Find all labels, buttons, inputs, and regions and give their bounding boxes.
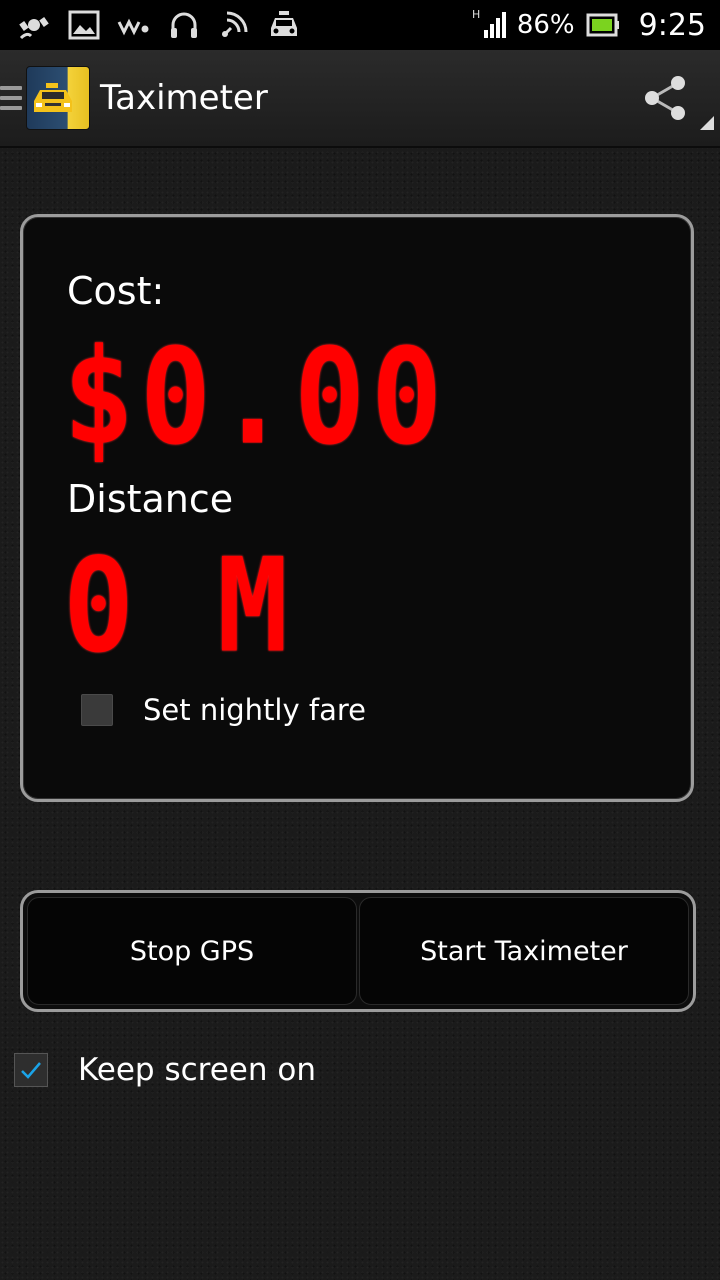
menu-icon[interactable] bbox=[0, 86, 22, 110]
night-fare-label[interactable]: Set nightly fare bbox=[143, 693, 366, 727]
keep-screen-label[interactable]: Keep screen on bbox=[78, 1052, 316, 1088]
action-bar: Taximeter bbox=[0, 50, 720, 148]
start-taximeter-button[interactable]: Start Taximeter bbox=[359, 897, 689, 1005]
distance-label: Distance bbox=[67, 477, 234, 521]
taxi-icon bbox=[34, 83, 72, 112]
gps-icon bbox=[16, 7, 52, 43]
image-icon bbox=[66, 7, 102, 43]
app-title: Taximeter bbox=[100, 78, 268, 118]
nfc-icon bbox=[216, 7, 252, 43]
meter-panel: Cost: $0.00 Distance 0 M Set nightly far… bbox=[20, 214, 694, 802]
share-icon bbox=[645, 76, 685, 120]
stop-gps-button[interactable]: Stop GPS bbox=[27, 897, 357, 1005]
app-logo[interactable] bbox=[26, 66, 90, 130]
network-type: H bbox=[472, 8, 480, 21]
headphones-icon bbox=[166, 7, 202, 43]
signal-icon: H bbox=[471, 7, 507, 43]
cost-label: Cost: bbox=[67, 269, 165, 313]
keep-screen-checkbox[interactable] bbox=[14, 1053, 48, 1087]
battery-icon bbox=[585, 7, 621, 43]
walkman-icon bbox=[116, 7, 152, 43]
control-buttons: Stop GPS Start Taximeter bbox=[20, 890, 696, 1012]
clock: 9:25 bbox=[638, 7, 706, 43]
night-fare-checkbox[interactable] bbox=[81, 694, 113, 726]
car-icon bbox=[266, 7, 302, 43]
overflow-indicator-icon bbox=[700, 116, 714, 130]
night-fare-row[interactable]: Set nightly fare bbox=[81, 693, 366, 727]
cost-value: $0.00 bbox=[63, 319, 449, 474]
keep-screen-row[interactable]: Keep screen on bbox=[14, 1052, 316, 1088]
check-icon bbox=[21, 1062, 41, 1079]
distance-value: 0 M bbox=[63, 529, 295, 682]
share-button[interactable] bbox=[630, 58, 714, 138]
status-bar: H 86% 9:25 bbox=[0, 0, 720, 50]
battery-percent: 86% bbox=[516, 10, 575, 40]
